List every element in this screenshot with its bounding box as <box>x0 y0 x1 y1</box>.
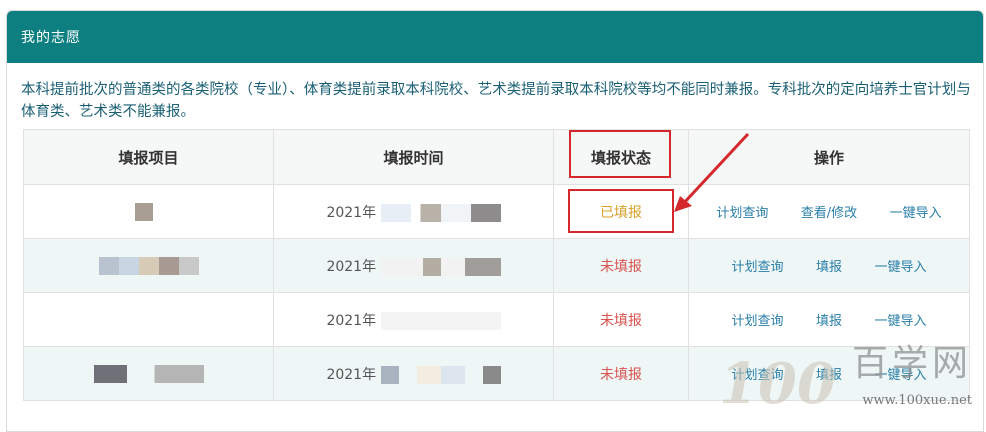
redacted-time <box>380 257 501 276</box>
table-header-row: 填报项目 填报时间 填报状态 操作 <box>23 129 970 185</box>
table-row: 2021年 未填报 计划查询 填报 一键导入 <box>23 292 970 347</box>
item-cell <box>23 238 274 293</box>
panel-title: 我的志愿 <box>21 30 81 46</box>
status-filled: 已填报 <box>600 204 642 221</box>
column-header-item: 填报项目 <box>23 129 274 185</box>
item-cell <box>23 292 274 347</box>
actions-cell: 计划查询 填报 一键导入 <box>688 238 970 293</box>
fill-link[interactable]: 填报 <box>816 310 842 329</box>
status-cell: 已填报 <box>553 184 689 239</box>
time-cell: 2021年 <box>273 346 554 401</box>
column-header-status: 填报状态 <box>553 129 689 185</box>
redacted-item-name <box>98 256 199 275</box>
time-cell: 2021年 <box>273 184 554 239</box>
watermark-name: 百学网 <box>851 343 972 384</box>
redacted-time <box>380 365 501 384</box>
panel-header: 我的志愿 <box>7 11 983 63</box>
column-header-actions: 操作 <box>688 129 970 185</box>
plan-query-link[interactable]: 计划查询 <box>732 310 784 329</box>
status-cell: 未填报 <box>553 238 689 293</box>
plan-query-link[interactable]: 计划查询 <box>716 202 768 221</box>
status-cell: 未填报 <box>553 292 689 347</box>
fill-year: 2021年 <box>326 312 377 329</box>
actions-cell: 计划查询 查看/修改 一键导入 <box>688 184 970 239</box>
watermark-url: www.100xue.net <box>862 393 972 408</box>
redacted-time <box>380 203 501 222</box>
redacted-item-name <box>134 202 153 221</box>
plan-query-link[interactable]: 计划查询 <box>732 256 784 275</box>
column-header-time: 填报时间 <box>273 129 554 185</box>
redacted-item-name <box>93 364 204 383</box>
table-row: 2021年 已填报 计划查询 查看/修改 一键导入 <box>23 184 970 239</box>
fill-year: 2021年 <box>326 204 377 221</box>
status-unfilled: 未填报 <box>600 366 642 383</box>
view-edit-link[interactable]: 查看/修改 <box>801 202 857 221</box>
one-click-import-link[interactable]: 一键导入 <box>890 202 942 221</box>
watermark-logo: 100 <box>719 351 836 417</box>
fill-year: 2021年 <box>326 366 377 383</box>
time-cell: 2021年 <box>273 238 554 293</box>
status-unfilled: 未填报 <box>600 312 642 329</box>
status-cell: 未填报 <box>553 346 689 401</box>
table-row: 2021年 未填报 计划查询 填报 一键导入 <box>23 238 970 293</box>
one-click-import-link[interactable]: 一键导入 <box>874 256 926 275</box>
item-cell <box>23 184 274 239</box>
status-unfilled: 未填报 <box>600 258 642 275</box>
one-click-import-link[interactable]: 一键导入 <box>874 310 926 329</box>
item-cell <box>23 346 274 401</box>
fill-year: 2021年 <box>326 258 377 275</box>
fill-link[interactable]: 填报 <box>816 256 842 275</box>
my-preferences-panel: 我的志愿 本科提前批次的普通类的各类院校（专业）、体育类提前录取本科院校、艺术类… <box>6 10 984 432</box>
notice-text: 本科提前批次的普通类的各类院校（专业）、体育类提前录取本科院校、艺术类提前录取本… <box>21 82 971 120</box>
redacted-time <box>380 311 501 330</box>
time-cell: 2021年 <box>273 292 554 347</box>
